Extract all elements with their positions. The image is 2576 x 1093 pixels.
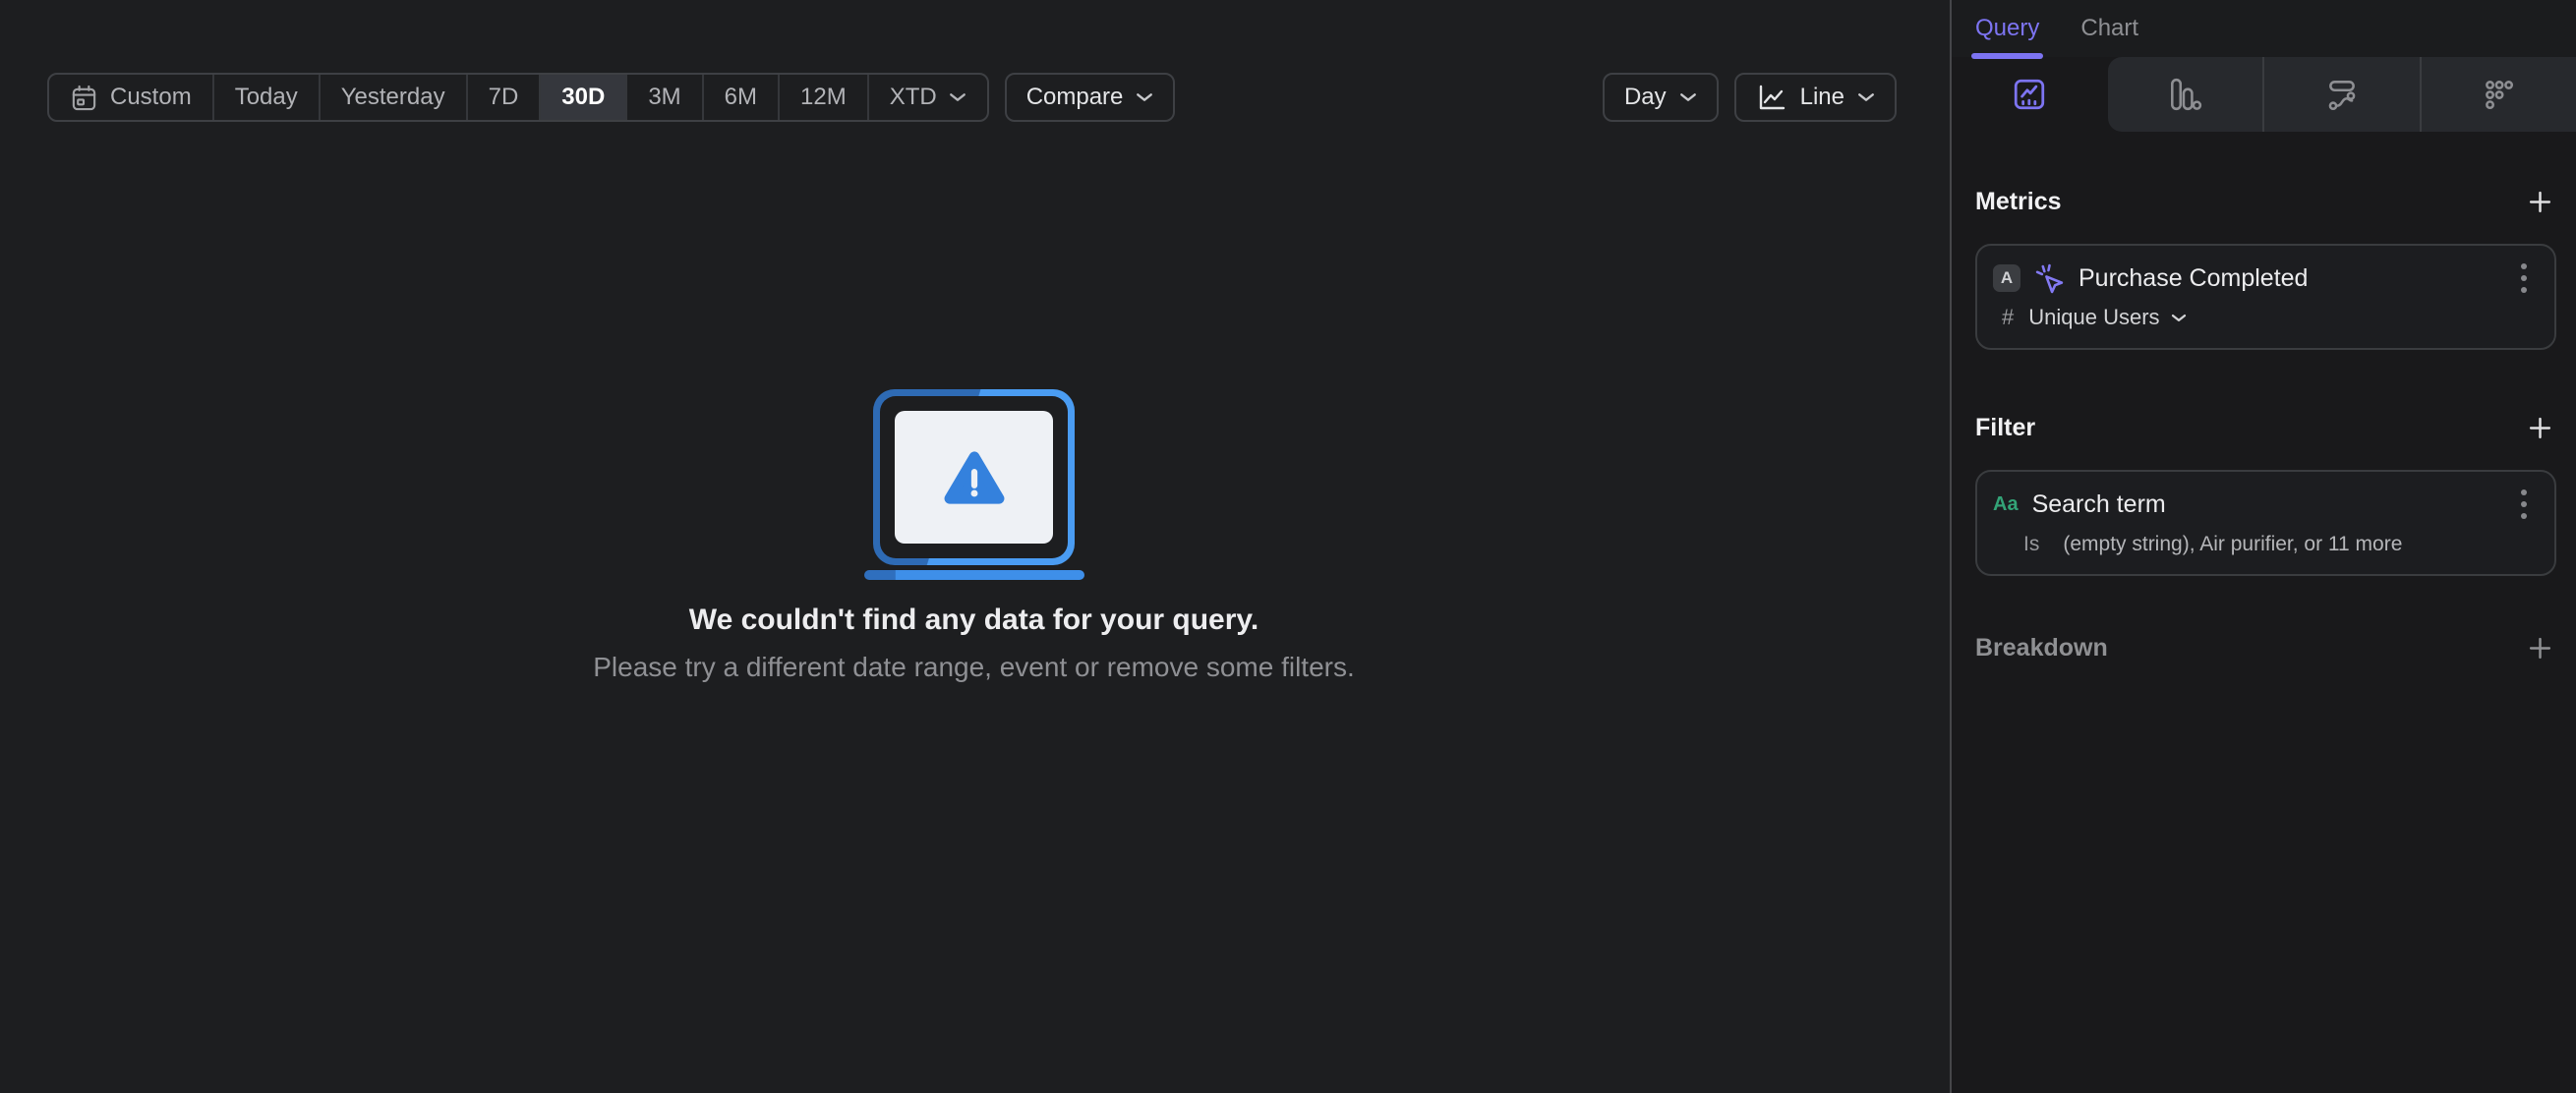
chevron-down-icon (1679, 93, 1696, 101)
breakdown-section-header: Breakdown (1975, 631, 2556, 664)
chevron-down-icon (949, 93, 966, 101)
date-range-30d-selected[interactable]: 30D (541, 75, 628, 120)
string-type-icon: Aa (1993, 492, 2019, 515)
add-filter-button[interactable] (2523, 411, 2556, 444)
report-type-tabs-inactive-group (2107, 57, 2576, 132)
aggregation-dropdown[interactable]: Unique Users (2028, 305, 2186, 330)
plus-icon (2529, 637, 2550, 659)
report-tab-flows[interactable] (2262, 57, 2419, 132)
add-breakdown-button[interactable] (2523, 631, 2556, 664)
query-builder-sidebar: Query Chart Metrics A Purchase Completed… (1950, 0, 2576, 1093)
kebab-menu-icon (2521, 489, 2527, 519)
chevron-down-icon (2171, 314, 2186, 321)
chart-type-dropdown[interactable]: Line (1733, 73, 1897, 122)
date-range-xtd[interactable]: XTD (869, 75, 987, 120)
line-chart-icon (1759, 85, 1785, 110)
breakdown-heading: Breakdown (1975, 633, 2108, 662)
date-range-custom[interactable]: Custom (49, 75, 214, 120)
report-type-tabs (1952, 57, 2576, 132)
event-cursor-icon (2033, 262, 2066, 295)
aggregation-symbol: # (2002, 305, 2015, 329)
tab-query[interactable]: Query (1971, 0, 2044, 59)
calendar-icon (72, 85, 96, 110)
empty-state-title: We couldn't find any data for your query… (688, 604, 1259, 636)
monitor-warning-illustration (873, 389, 1075, 565)
bar-chart-icon (2171, 78, 2202, 111)
plus-icon (2529, 417, 2550, 438)
tab-chart[interactable]: Chart (2080, 0, 2138, 57)
filter-section-header: Filter (1975, 411, 2556, 444)
chevron-down-icon (1858, 93, 1874, 101)
report-tab-funnels[interactable] (2108, 57, 2262, 132)
active-tab-underline (1971, 53, 2044, 59)
sidebar-tab-bar: Query Chart (1952, 0, 2576, 59)
kebab-menu-icon (2521, 263, 2527, 293)
date-range-label: Custom (110, 84, 192, 110)
flows-icon (2328, 81, 2356, 110)
add-metric-button[interactable] (2523, 185, 2556, 218)
warning-triangle-icon (944, 450, 1004, 504)
filter-property-name[interactable]: Search term (2032, 490, 2511, 519)
date-range-7d[interactable]: 7D (468, 75, 542, 120)
filter-heading: Filter (1975, 413, 2036, 441)
date-range-controls: Custom Today Yesterday 7D 30D 3M 6M 12M … (47, 73, 1176, 122)
date-range-12m[interactable]: 12M (780, 75, 869, 120)
filter-card[interactable]: Aa Search term Is (empty string), Air pu… (1975, 470, 2556, 576)
query-builder-panel: Metrics A Purchase Completed # Unique Us… (1952, 185, 2576, 664)
filter-value[interactable]: (empty string), Air purifier, or 11 more (2063, 533, 2402, 556)
query-toolbar: Custom Today Yesterday 7D 30D 3M 6M 12M … (47, 73, 1897, 122)
metric-card[interactable]: A Purchase Completed # Unique Users (1975, 244, 2556, 350)
metric-series-badge: A (1993, 264, 2020, 292)
report-tab-insights-active[interactable] (1952, 57, 2108, 132)
date-range-segmented-control: Custom Today Yesterday 7D 30D 3M 6M 12M … (47, 73, 989, 122)
compare-button[interactable]: Compare (1004, 73, 1176, 122)
insights-icon (2015, 79, 2045, 110)
metric-options-button[interactable] (2511, 261, 2537, 295)
metrics-section-header: Metrics (1975, 185, 2556, 218)
filter-options-button[interactable] (2511, 488, 2537, 521)
date-range-today[interactable]: Today (214, 75, 321, 120)
plus-icon (2529, 191, 2550, 212)
main-area: Custom Today Yesterday 7D 30D 3M 6M 12M … (0, 0, 1948, 1093)
filter-operator[interactable]: Is (2023, 533, 2039, 556)
monitor-base (863, 570, 1084, 580)
empty-state: We couldn't find any data for your query… (0, 389, 1948, 683)
report-tab-retention[interactable] (2419, 57, 2576, 132)
metric-event-name[interactable]: Purchase Completed (2078, 264, 2511, 293)
chevron-down-icon (1137, 93, 1153, 101)
granularity-dropdown[interactable]: Day (1602, 73, 1719, 122)
date-range-3m[interactable]: 3M (627, 75, 704, 120)
metrics-heading: Metrics (1975, 187, 2062, 215)
empty-state-subtitle: Please try a different date range, event… (593, 652, 1355, 682)
date-range-6m[interactable]: 6M (704, 75, 780, 120)
retention-dots-icon (2486, 81, 2514, 110)
chart-display-controls: Day Line (1602, 73, 1897, 122)
date-range-yesterday[interactable]: Yesterday (321, 75, 468, 120)
